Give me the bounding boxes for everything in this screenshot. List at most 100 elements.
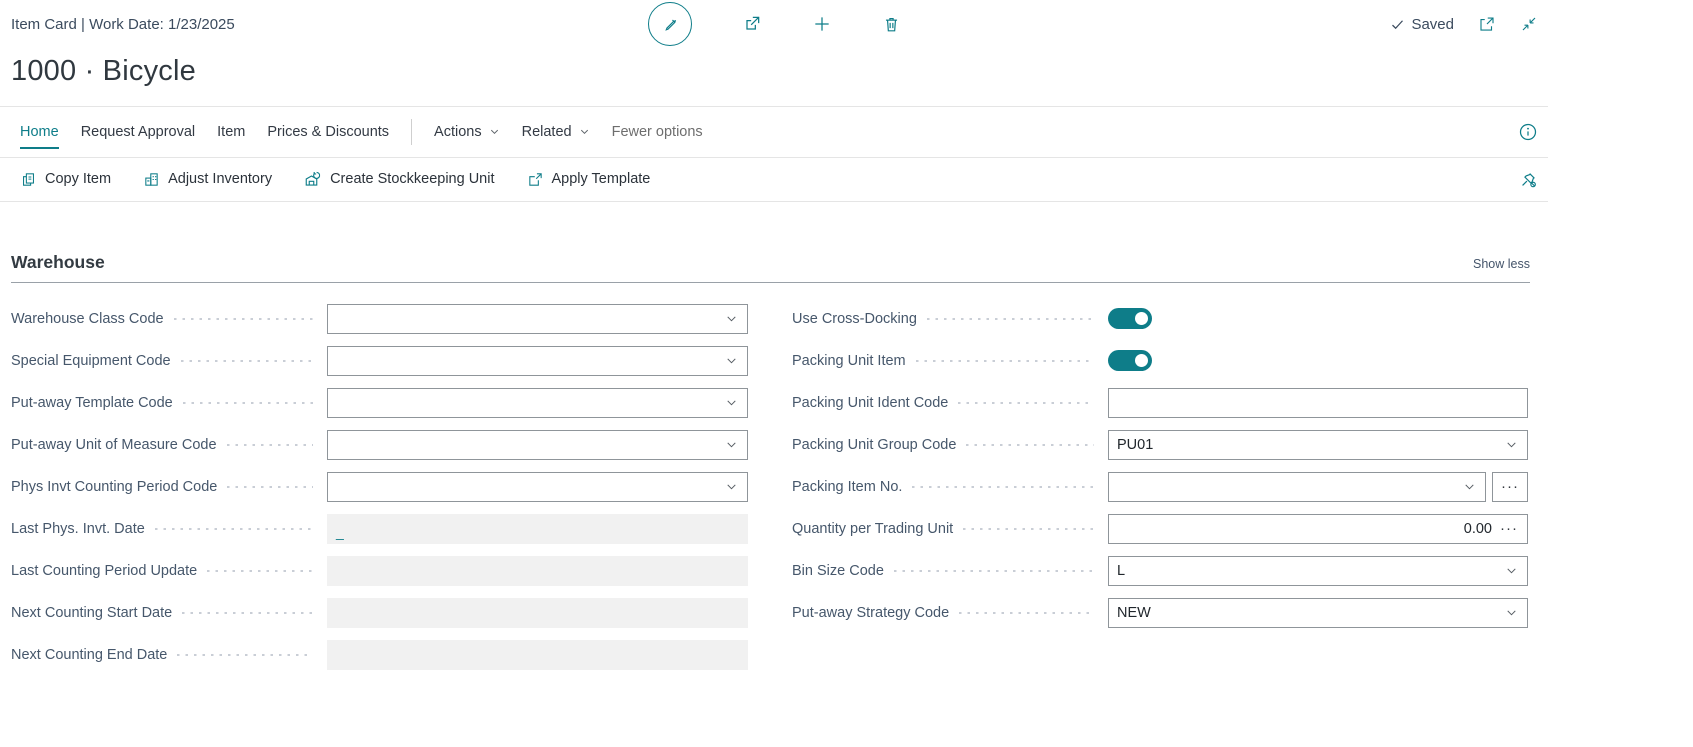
field-row-put-away-template-code: Put-away Template Code	[11, 388, 748, 418]
field-row-put-away-strategy-code: Put-away Strategy Code NEW	[792, 598, 1528, 628]
menu-actions[interactable]: Actions	[434, 124, 500, 140]
new-button[interactable]	[812, 14, 832, 34]
quantity-per-trading-unit-input[interactable]: 0.00 ···	[1108, 514, 1528, 544]
field-value: 0.00	[1109, 521, 1496, 537]
chevron-down-icon[interactable]	[1495, 599, 1527, 627]
action-label: Adjust Inventory	[168, 171, 272, 187]
packing-item-no-assist-button[interactable]: ···	[1492, 472, 1528, 502]
dotted-leader	[927, 318, 1094, 321]
chevron-down-icon[interactable]	[715, 473, 747, 501]
next-counting-end-date-field	[327, 640, 748, 670]
field-label: Special Equipment Code	[11, 353, 171, 369]
delete-button[interactable]	[882, 15, 901, 34]
dotted-leader	[916, 360, 1094, 363]
field-label: Quantity per Trading Unit	[792, 521, 953, 537]
ribbon-tabs: Home Request Approval Item Prices & Disc…	[0, 106, 1548, 158]
ellipsis-assist-icon[interactable]: ···	[1496, 520, 1527, 537]
field-row-quantity-per-trading-unit: Quantity per Trading Unit 0.00 ···	[792, 514, 1528, 544]
dotted-leader	[966, 444, 1094, 447]
share-button[interactable]	[742, 14, 762, 34]
bin-size-code-combobox[interactable]: L	[1108, 556, 1528, 586]
field-row-last-phys-invt-date: Last Phys. Invt. Date _	[11, 514, 748, 544]
packing-unit-item-toggle[interactable]	[1108, 350, 1152, 371]
tab-item[interactable]: Item	[217, 107, 245, 157]
tab-label: Home	[20, 124, 59, 140]
field-label: Put-away Strategy Code	[792, 605, 949, 621]
packing-unit-ident-code-input[interactable]	[1108, 388, 1528, 418]
tab-divider	[411, 119, 412, 145]
use-cross-docking-toggle[interactable]	[1108, 308, 1152, 329]
toggle-knob	[1135, 354, 1148, 367]
field-row-packing-unit-ident-code: Packing Unit Ident Code	[792, 388, 1528, 418]
apply-template-button[interactable]: Apply Template	[527, 171, 651, 188]
chevron-down-icon[interactable]	[1453, 473, 1485, 501]
field-row-put-away-unit-of-measure-code: Put-away Unit of Measure Code	[11, 430, 748, 460]
field-label: Next Counting Start Date	[11, 605, 172, 621]
collapse-button[interactable]	[1520, 15, 1538, 33]
open-in-new-window-icon	[1478, 15, 1496, 33]
field-row-packing-unit-group-code: Packing Unit Group Code PU01	[792, 430, 1528, 460]
chevron-down-icon[interactable]	[1495, 431, 1527, 459]
tab-home[interactable]: Home	[20, 107, 59, 157]
copy-icon	[20, 171, 37, 188]
tab-prices-discounts[interactable]: Prices & Discounts	[267, 107, 389, 157]
field-row-special-equipment-code: Special Equipment Code	[11, 346, 748, 376]
field-label: Put-away Unit of Measure Code	[11, 437, 217, 453]
warehouse-class-code-combobox[interactable]	[327, 304, 748, 334]
breadcrumb: Item Card | Work Date: 1/23/2025	[11, 16, 648, 33]
copy-item-button[interactable]: Copy Item	[20, 171, 111, 188]
packing-unit-group-code-combobox[interactable]: PU01	[1108, 430, 1528, 460]
field-row-bin-size-code: Bin Size Code L	[792, 556, 1528, 586]
field-label: Use Cross-Docking	[792, 311, 917, 327]
dotted-leader	[227, 486, 313, 489]
field-label: Put-away Template Code	[11, 395, 173, 411]
put-away-template-code-combobox[interactable]	[327, 388, 748, 418]
fasttab-content: Warehouse Show less Warehouse Class Code	[0, 252, 1548, 682]
dotted-leader	[959, 612, 1094, 615]
adjust-inventory-button[interactable]: Adjust Inventory	[143, 171, 272, 188]
put-away-unit-of-measure-code-combobox[interactable]	[327, 430, 748, 460]
packing-item-no-combobox[interactable]	[1108, 472, 1486, 502]
open-in-new-window-button[interactable]	[1478, 15, 1496, 33]
apply-template-icon	[527, 171, 544, 188]
action-toolbar: Copy Item Adjust Inventory Create Stockk…	[0, 158, 1548, 202]
dotted-leader	[177, 654, 313, 657]
field-label: Packing Unit Group Code	[792, 437, 956, 453]
last-counting-period-update-field	[327, 556, 748, 586]
edit-button[interactable]	[648, 2, 692, 46]
window-controls: Saved	[901, 15, 1548, 33]
delete-icon	[882, 15, 901, 34]
unpin-button[interactable]	[1519, 170, 1538, 189]
field-row-warehouse-class-code: Warehouse Class Code	[11, 304, 748, 334]
warehouse-fields: Warehouse Class Code Special Equipment C…	[11, 304, 1530, 682]
field-label: Packing Unit Item	[792, 353, 906, 369]
menu-label: Actions	[434, 124, 482, 140]
create-stockkeeping-unit-button[interactable]: Create Stockkeeping Unit	[304, 170, 494, 188]
field-row-next-counting-start-date: Next Counting Start Date	[11, 598, 748, 628]
chevron-down-icon[interactable]	[715, 431, 747, 459]
menu-label: Related	[522, 124, 572, 140]
top-command-bar: Item Card | Work Date: 1/23/2025	[0, 0, 1548, 40]
put-away-strategy-code-combobox[interactable]: NEW	[1108, 598, 1528, 628]
fewer-options-button[interactable]: Fewer options	[612, 124, 703, 140]
action-label: Apply Template	[552, 171, 651, 187]
field-value: _	[336, 525, 344, 539]
menu-related[interactable]: Related	[522, 124, 590, 140]
special-equipment-code-combobox[interactable]	[327, 346, 748, 376]
tab-request-approval[interactable]: Request Approval	[81, 107, 195, 157]
chevron-down-icon[interactable]	[715, 389, 747, 417]
chevron-down-icon[interactable]	[715, 305, 747, 333]
field-label: Bin Size Code	[792, 563, 884, 579]
info-button[interactable]	[1518, 122, 1538, 142]
field-label: Last Phys. Invt. Date	[11, 521, 145, 537]
share-icon	[742, 14, 762, 34]
phys-invt-counting-period-code-combobox[interactable]	[327, 472, 748, 502]
field-row-last-counting-period-update: Last Counting Period Update	[11, 556, 748, 586]
dotted-leader	[182, 612, 313, 615]
field-label: Warehouse Class Code	[11, 311, 164, 327]
field-label: Packing Item No.	[792, 479, 902, 495]
chevron-down-icon[interactable]	[1495, 557, 1527, 585]
chevron-down-icon[interactable]	[715, 347, 747, 375]
show-less-link[interactable]: Show less	[1473, 257, 1530, 271]
section-title[interactable]: Warehouse	[11, 252, 105, 273]
